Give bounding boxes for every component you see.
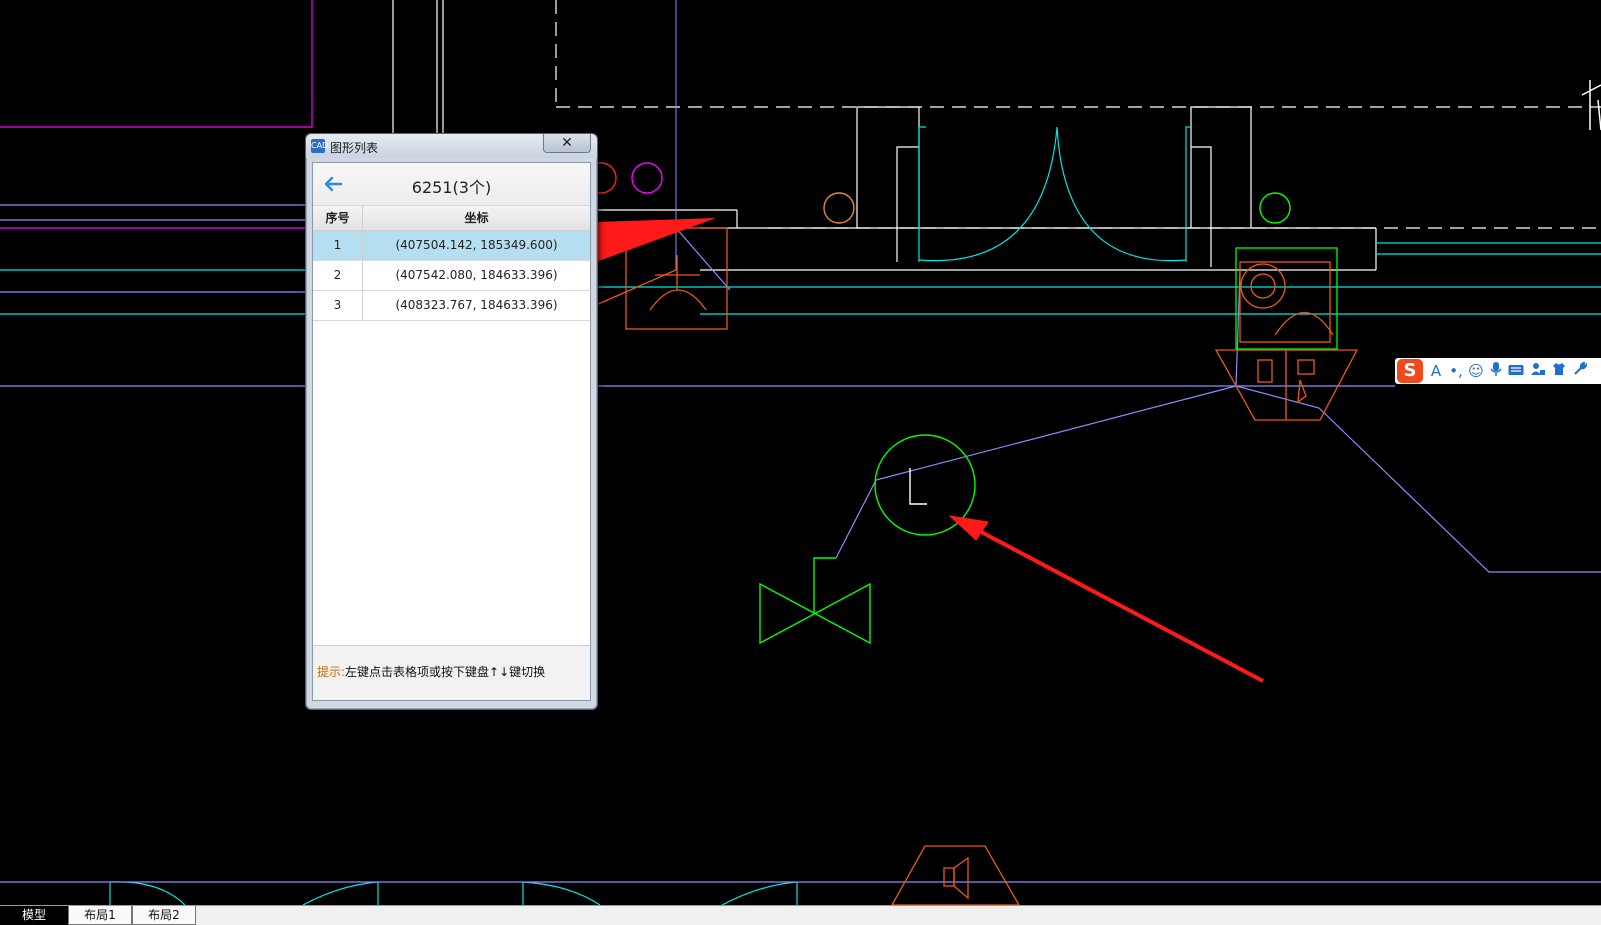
green-circle-small bbox=[1259, 192, 1291, 224]
row-coordinate: (407542.080, 184633.396) bbox=[395, 268, 558, 282]
cyan-pipes bbox=[0, 126, 1601, 905]
shirt-icon[interactable] bbox=[1550, 361, 1568, 381]
table-row[interactable]: 1 (407504.142, 185349.600) bbox=[313, 231, 590, 261]
app-icon: CAD bbox=[311, 139, 328, 153]
dialog-title: 图形列表 bbox=[330, 141, 379, 155]
table-row[interactable]: 2 (407542.080, 184633.396) bbox=[313, 261, 590, 291]
tab-layout-2[interactable]: 布局2 bbox=[132, 906, 196, 925]
equipment-block-right bbox=[1214, 247, 1359, 421]
result-count-heading: 6251(3个) bbox=[411, 178, 492, 197]
hint-footer: 提示:左键点击表格项或按下键盘↑↓键切换 bbox=[313, 645, 590, 700]
close-button[interactable]: ✕ bbox=[543, 134, 591, 153]
table-body: 1 (407504.142, 185349.600) 2 (407542.080… bbox=[313, 231, 590, 321]
valve-symbol bbox=[759, 557, 871, 645]
wrench-icon[interactable] bbox=[1571, 361, 1589, 381]
speaker-symbol bbox=[891, 845, 1020, 905]
blue-cable-lines bbox=[0, 204, 1601, 883]
keyboard-icon[interactable] bbox=[1507, 361, 1525, 381]
magenta-room-outline bbox=[0, 0, 313, 229]
row-index: 3 bbox=[313, 291, 363, 320]
layout-tab-bar: 模型 布局1 布局2 bbox=[0, 905, 1601, 925]
row-index: 1 bbox=[313, 231, 363, 260]
drawing-text-fragment bbox=[1581, 80, 1601, 131]
table-row[interactable]: 3 (408323.767, 184633.396) bbox=[313, 291, 590, 321]
table-header: 序号 坐标 bbox=[313, 206, 590, 231]
tab-model[interactable]: 模型 bbox=[0, 906, 68, 925]
user-icon[interactable] bbox=[1529, 361, 1547, 381]
dialog-body: 6251(3个) 序号 坐标 1 (407504.142, 185349.600… bbox=[312, 162, 591, 701]
column-header-coordinate[interactable]: 坐标 bbox=[363, 206, 590, 230]
ime-toolbar: S A •, ☺ bbox=[1395, 358, 1601, 384]
hint-label: 提示: bbox=[317, 665, 346, 679]
ime-emoji-button[interactable]: ☺ bbox=[1467, 361, 1485, 381]
hint-text: 提示:左键点击表格项或按下键盘↑↓键切换 bbox=[317, 663, 545, 680]
ime-punctuation-button[interactable]: •, bbox=[1447, 361, 1465, 381]
ime-font-button[interactable]: A bbox=[1427, 361, 1445, 381]
tab-layout-1[interactable]: 布局1 bbox=[68, 906, 132, 925]
orange-circle bbox=[823, 192, 855, 224]
shape-list-dialog: CAD 图形列表 ✕ 6251(3个) 序号 坐标 1 (407504.142,… bbox=[305, 133, 598, 710]
cad-drawing-canvas[interactable] bbox=[0, 0, 1601, 905]
dashed-lines bbox=[555, 0, 1601, 229]
row-coordinate: (407504.142, 185349.600) bbox=[395, 238, 558, 252]
row-index: 2 bbox=[313, 261, 363, 290]
hint-message: 左键点击表格项或按下键盘↑↓键切换 bbox=[345, 665, 546, 679]
dialog-header: 6251(3个) bbox=[313, 163, 590, 206]
dialog-titlebar[interactable]: CAD 图形列表 ✕ bbox=[306, 134, 597, 158]
row-coordinate: (408323.767, 184633.396) bbox=[395, 298, 558, 312]
ime-logo-icon[interactable]: S bbox=[1397, 359, 1423, 383]
microphone-icon[interactable] bbox=[1487, 361, 1505, 381]
magenta-circle bbox=[631, 162, 663, 194]
column-header-index[interactable]: 序号 bbox=[313, 206, 363, 230]
